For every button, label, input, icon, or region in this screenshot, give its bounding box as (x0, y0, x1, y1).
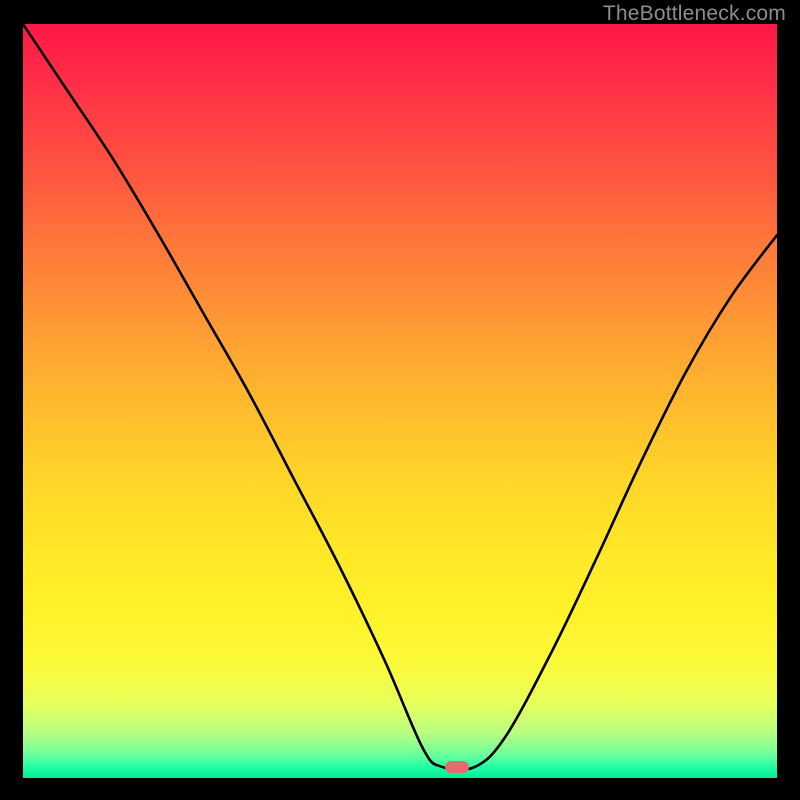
watermark-text: TheBottleneck.com (603, 2, 786, 26)
plot-area (23, 24, 777, 778)
chart-frame: TheBottleneck.com (0, 0, 800, 800)
optimum-marker (445, 761, 469, 773)
bottleneck-curve (23, 24, 777, 778)
curve-path (23, 24, 777, 770)
